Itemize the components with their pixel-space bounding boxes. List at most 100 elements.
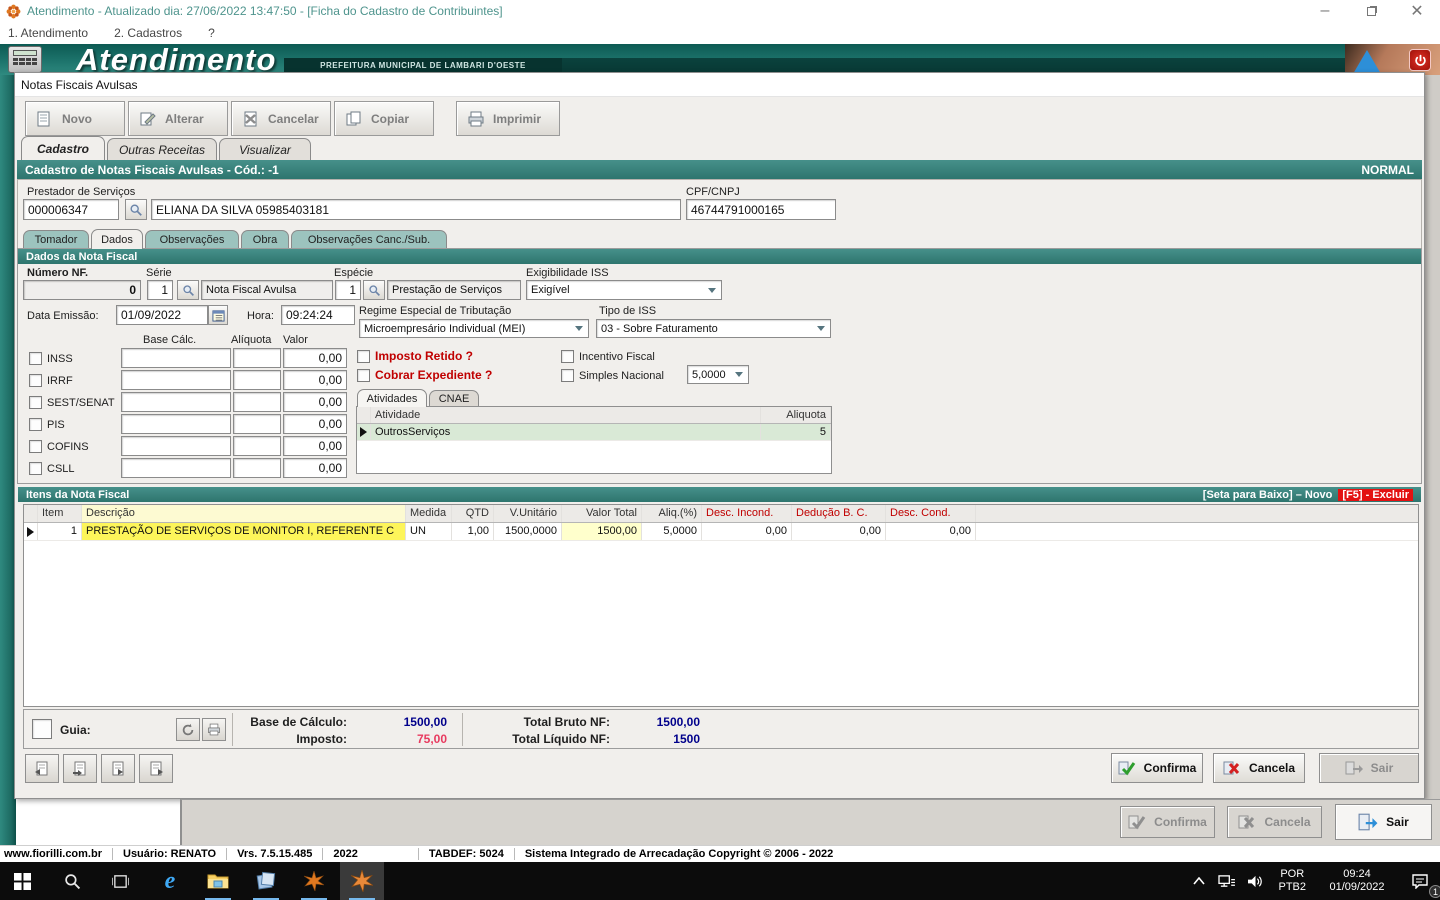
- tab-observacoes-canc[interactable]: Observações Canc./Sub.: [291, 230, 447, 248]
- cancelar-button[interactable]: Cancelar: [231, 101, 331, 136]
- cofins-base-input[interactable]: [121, 436, 231, 456]
- tab-cadastro[interactable]: Cadastro: [21, 136, 105, 160]
- data-emissao-input[interactable]: 01/09/2022: [116, 305, 208, 325]
- confirma-button[interactable]: Confirma: [1111, 753, 1203, 783]
- tab-tomador[interactable]: Tomador: [23, 230, 89, 248]
- task-view-button[interactable]: [98, 862, 142, 900]
- background-confirma-button[interactable]: Confirma: [1120, 806, 1215, 838]
- alterar-button[interactable]: Alterar: [128, 101, 228, 136]
- irrf-valor-input[interactable]: 0,00: [283, 370, 347, 390]
- exigibilidade-select[interactable]: Exigível: [526, 280, 722, 300]
- csll-aliquota-input[interactable]: [233, 458, 281, 478]
- fiorilli-app-taskbar-icon[interactable]: [292, 862, 336, 900]
- tab-visualizar[interactable]: Visualizar: [219, 138, 311, 160]
- cofins-aliquota-input[interactable]: [233, 436, 281, 456]
- serie-input[interactable]: 1: [147, 280, 173, 300]
- tray-chevron-button[interactable]: [1186, 862, 1212, 900]
- background-cancela-button[interactable]: Cancela: [1227, 806, 1322, 838]
- sest-base-input[interactable]: [121, 392, 231, 412]
- inss-aliquota-input[interactable]: [233, 348, 281, 368]
- prestador-search-button[interactable]: [125, 199, 147, 220]
- pis-checkbox[interactable]: [29, 418, 42, 431]
- fiorilli-app-active-taskbar-icon[interactable]: [340, 862, 384, 900]
- menu-cadastros[interactable]: 2. Cadastros: [114, 26, 182, 40]
- internet-explorer-taskbar-icon[interactable]: e: [148, 862, 192, 900]
- tab-atividades[interactable]: Atividades: [357, 389, 427, 407]
- minimize-button[interactable]: –: [1302, 0, 1348, 22]
- power-button[interactable]: [1409, 49, 1431, 71]
- csll-base-input[interactable]: [121, 458, 231, 478]
- sair-button-disabled[interactable]: Sair: [1319, 753, 1419, 783]
- irrf-aliquota-input[interactable]: [233, 370, 281, 390]
- menu-atendimento[interactable]: 1. Atendimento: [8, 26, 88, 40]
- cancela-button[interactable]: Cancela: [1213, 753, 1305, 783]
- numero-nf-input[interactable]: 0: [23, 280, 141, 300]
- novo-button[interactable]: Novo: [25, 101, 125, 136]
- close-button[interactable]: ✕: [1394, 0, 1440, 22]
- notification-center-button[interactable]: 1: [1400, 862, 1440, 900]
- item-row[interactable]: 1 PRESTAÇÃO DE SERVIÇOS DE MONITOR I, RE…: [24, 523, 1418, 541]
- especie-desc-input[interactable]: Prestação de Serviços: [387, 280, 521, 300]
- regime-label: Regime Especial de Tributação: [359, 305, 511, 317]
- imposto-retido-checkbox[interactable]: [357, 350, 370, 363]
- inss-valor-input[interactable]: 0,00: [283, 348, 347, 368]
- restore-button[interactable]: [1348, 0, 1394, 22]
- file-explorer-taskbar-icon[interactable]: [196, 862, 240, 900]
- prestador-code-input[interactable]: 000006347: [23, 199, 119, 220]
- pis-base-input[interactable]: [121, 414, 231, 434]
- clock[interactable]: 09:24 01/09/2022: [1322, 868, 1392, 894]
- power-icon: [1414, 54, 1427, 67]
- start-button[interactable]: [0, 862, 44, 900]
- irrf-checkbox[interactable]: [29, 374, 42, 387]
- nav-next-record-button[interactable]: [101, 754, 135, 783]
- background-confirma-label: Confirma: [1154, 815, 1207, 829]
- serie-desc-input[interactable]: Nota Fiscal Avulsa: [201, 280, 333, 300]
- tipo-iss-select[interactable]: 03 - Sobre Faturamento: [596, 319, 831, 338]
- pis-valor-input[interactable]: 0,00: [283, 414, 347, 434]
- nav-prev-record-button[interactable]: [63, 754, 97, 783]
- sest-aliquota-input[interactable]: [233, 392, 281, 412]
- cobrar-expediente-checkbox[interactable]: [357, 369, 370, 382]
- sest-checkbox[interactable]: [29, 396, 42, 409]
- network-tray-icon[interactable]: [1212, 862, 1240, 900]
- csll-valor-input[interactable]: 0,00: [283, 458, 347, 478]
- csll-checkbox[interactable]: [29, 462, 42, 475]
- tipo-iss-label: Tipo de ISS: [599, 305, 656, 317]
- app-blue-taskbar-icon[interactable]: [244, 862, 288, 900]
- background-sair-button[interactable]: Sair: [1335, 804, 1432, 840]
- incentivo-fiscal-checkbox[interactable]: [561, 350, 574, 363]
- imprimir-button[interactable]: Imprimir: [456, 101, 560, 136]
- tab-observacoes[interactable]: Observações: [145, 230, 239, 248]
- guia-checkbox[interactable]: [32, 719, 52, 739]
- nav-first-record-button[interactable]: [25, 754, 59, 783]
- tab-dados[interactable]: Dados: [91, 229, 143, 249]
- irrf-base-input[interactable]: [121, 370, 231, 390]
- simples-nacional-checkbox[interactable]: [561, 369, 574, 382]
- volume-tray-icon[interactable]: [1240, 862, 1270, 900]
- hora-input[interactable]: 09:24:24: [281, 305, 355, 325]
- cofins-checkbox[interactable]: [29, 440, 42, 453]
- notification-badge: 1: [1429, 885, 1440, 898]
- copiar-button[interactable]: Copiar: [334, 101, 434, 136]
- cofins-valor-input[interactable]: 0,00: [283, 436, 347, 456]
- inss-base-input[interactable]: [121, 348, 231, 368]
- calendar-button[interactable]: [208, 305, 228, 325]
- menu-help[interactable]: ?: [208, 26, 215, 40]
- serie-search-button[interactable]: [177, 280, 199, 300]
- taskbar-search-button[interactable]: [50, 862, 94, 900]
- pis-aliquota-input[interactable]: [233, 414, 281, 434]
- nav-last-record-button[interactable]: [139, 754, 173, 783]
- prestador-name-input[interactable]: ELIANA DA SILVA 05985403181: [151, 199, 681, 220]
- tab-outras-receitas[interactable]: Outras Receitas: [107, 138, 217, 160]
- sest-valor-input[interactable]: 0,00: [283, 392, 347, 412]
- especie-search-button[interactable]: [363, 280, 385, 300]
- simples-aliquota-select[interactable]: 5,0000: [687, 365, 749, 384]
- tab-obra[interactable]: Obra: [241, 230, 289, 248]
- inss-checkbox[interactable]: [29, 352, 42, 365]
- cpf-input[interactable]: 46744791000165: [686, 199, 836, 220]
- regime-select[interactable]: Microempresário Individual (MEI): [359, 319, 589, 338]
- tab-cnae[interactable]: CNAE: [429, 390, 479, 407]
- especie-input[interactable]: 1: [335, 280, 361, 300]
- atividade-row[interactable]: OutrosServiços 5: [357, 424, 831, 441]
- language-indicator[interactable]: POR PTB2: [1278, 868, 1306, 894]
